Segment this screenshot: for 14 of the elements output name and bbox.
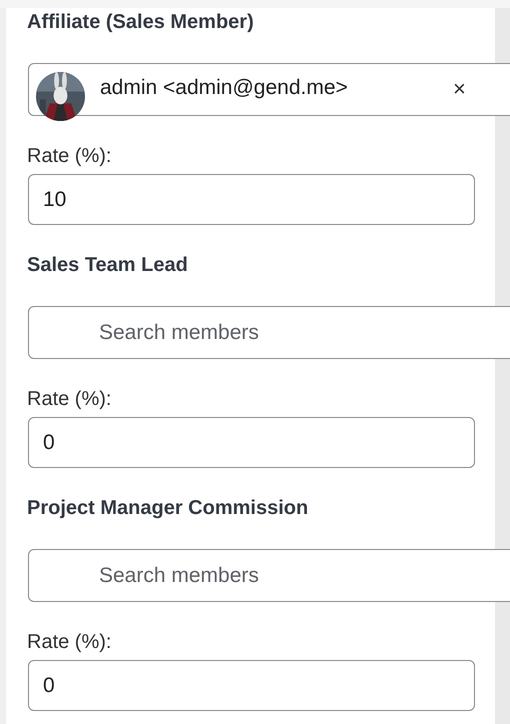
section-heading: Sales Team Lead: [27, 253, 188, 278]
search-field[interactable]: Search members: [28, 549, 510, 602]
search-field[interactable]: Search members: [28, 306, 510, 359]
section-heading: Affiliate (Sales Member): [27, 10, 254, 35]
section-heading: Project Manager Commission: [27, 496, 308, 521]
rate-field[interactable]: 0: [28, 417, 475, 468]
rate-field[interactable]: 10: [28, 174, 475, 225]
rate-label: Rate (%):: [27, 630, 112, 654]
rate-label: Rate (%):: [27, 387, 112, 411]
member-name: admin <admin@gend.me>: [100, 76, 348, 100]
rate-label: Rate (%):: [27, 144, 112, 168]
rate-field[interactable]: 0: [28, 660, 475, 711]
remove-button[interactable]: ×: [449, 76, 470, 102]
member-field[interactable]: admin <admin@gend.me> ×: [28, 63, 510, 116]
